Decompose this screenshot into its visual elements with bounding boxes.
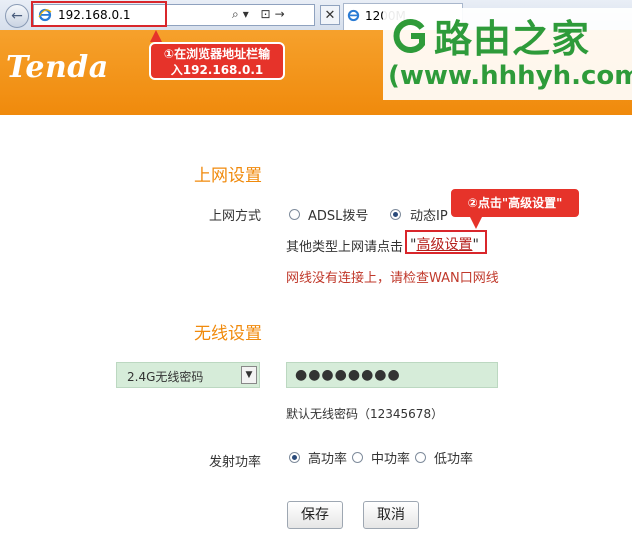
band-select[interactable]: 2.4G无线密码 ▼ bbox=[116, 362, 260, 388]
close-tab-icon[interactable]: ✕ bbox=[320, 5, 340, 25]
callout-advanced-pointer bbox=[470, 217, 482, 229]
callout-address-line1: ①在浏览器地址栏输 bbox=[163, 47, 271, 61]
watermark-title: 路由之家 bbox=[434, 17, 591, 61]
power-low-label[interactable]: 低功率 bbox=[434, 448, 473, 467]
back-button[interactable]: ← bbox=[5, 4, 29, 28]
band-select-value: 2.4G无线密码 bbox=[127, 370, 204, 384]
tab-ie-icon bbox=[347, 9, 360, 22]
dynamic-ip-radio[interactable] bbox=[390, 209, 401, 220]
connection-mode-label: 上网方式 bbox=[209, 209, 262, 224]
power-high-label[interactable]: 高功率 bbox=[308, 448, 347, 467]
adsl-radio[interactable] bbox=[289, 209, 300, 220]
dynamic-ip-option-label[interactable]: 动态IP bbox=[410, 205, 448, 224]
power-medium-label[interactable]: 中功率 bbox=[371, 448, 410, 467]
advanced-settings-link[interactable]: "高级设置" bbox=[410, 234, 479, 254]
address-highlight-box bbox=[31, 1, 167, 27]
chevron-down-icon[interactable]: ▼ bbox=[241, 366, 257, 384]
adsl-option-label[interactable]: ADSL拨号 bbox=[308, 205, 368, 224]
watermark-logo-icon bbox=[393, 19, 425, 53]
power-medium-radio[interactable] bbox=[352, 452, 363, 463]
wan-warning: 网线没有连接上，请检查WAN口网线 bbox=[286, 271, 499, 286]
wifi-password-input[interactable]: ●●●●●●●● bbox=[286, 362, 498, 388]
callout-address-line2: 入192.168.0.1 bbox=[170, 63, 264, 77]
wireless-section-title: 无线设置 bbox=[194, 324, 262, 344]
save-button[interactable]: 保存 bbox=[287, 501, 343, 529]
power-low-radio[interactable] bbox=[415, 452, 426, 463]
cancel-button[interactable]: 取消 bbox=[363, 501, 419, 529]
watermark-url: (www.hhhyh.com) bbox=[388, 61, 632, 91]
internet-section-title: 上网设置 bbox=[194, 166, 262, 186]
advanced-settings-link-text[interactable]: 高级设置 bbox=[416, 237, 472, 253]
other-type-prefix: 其他类型上网请点击 bbox=[286, 240, 404, 255]
search-icon[interactable]: ⌕▾ ⊡→ bbox=[232, 7, 289, 22]
callout-pointer bbox=[150, 30, 162, 42]
callout-address: ①在浏览器地址栏输 入192.168.0.1 bbox=[149, 42, 285, 80]
default-password-hint: 默认无线密码（12345678） bbox=[286, 407, 444, 421]
callout-advanced: ②点击"高级设置" bbox=[449, 187, 581, 219]
power-high-radio[interactable] bbox=[289, 452, 300, 463]
tenda-logo: Tenda bbox=[6, 50, 109, 85]
tx-power-label: 发射功率 bbox=[209, 455, 262, 470]
